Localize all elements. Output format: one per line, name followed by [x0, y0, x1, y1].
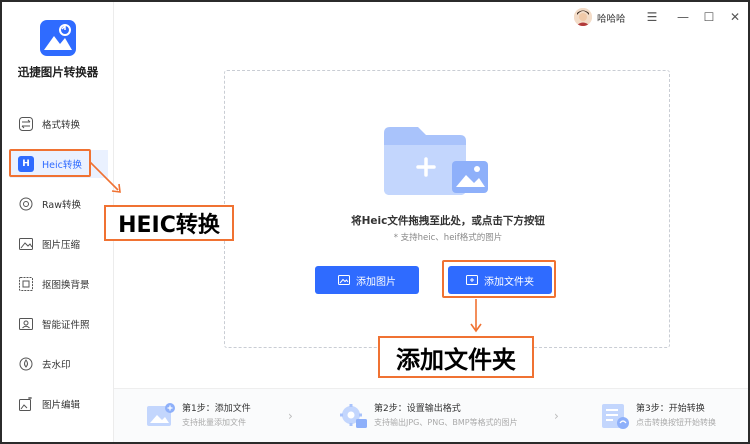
add-file-icon [147, 403, 175, 426]
sidebar-item-label: 去水印 [42, 360, 71, 371]
title-bar: 哈哈哈 ☰ — ☐ ✕ [114, 2, 748, 32]
compress-icon [18, 236, 34, 252]
avatar[interactable] [574, 8, 592, 26]
sidebar-item-label: 图片压缩 [42, 240, 81, 251]
annotation-arrow-icon [470, 299, 482, 333]
step-desc: 支持批量添加文件 [182, 418, 246, 427]
sidebar-item-watermark[interactable]: 去水印 [10, 350, 108, 378]
maximize-icon[interactable]: ☐ [700, 8, 718, 26]
folder-highlight-frame [442, 260, 556, 298]
image-icon [338, 274, 350, 286]
sidebar-item-format-convert[interactable]: 格式转换 [10, 110, 108, 138]
sidebar-item-label: 抠图换背景 [42, 280, 90, 291]
sidebar-item-compress[interactable]: 图片压缩 [10, 230, 108, 258]
step-title: 第1步：添加文件 [182, 404, 251, 414]
chevron-right-icon: › [288, 409, 293, 423]
id-photo-icon [18, 316, 34, 332]
watermark-icon [18, 356, 34, 372]
cutout-icon [18, 276, 34, 292]
sidebar-item-label: Raw转换 [42, 200, 81, 211]
swap-icon [18, 116, 34, 132]
file-drop-zone[interactable]: 将Heic文件拖拽至此处，或点击下方按钮 * 支持heic、heif格式的图片 … [224, 70, 670, 348]
heic-highlight-frame [9, 149, 91, 177]
step-title: 第3步：开始转换 [636, 404, 705, 414]
app-window: 迅捷图片转换器 格式转换 H Heic转换 Raw转换 图片压缩 抠图换背景 智… [0, 0, 750, 444]
close-icon[interactable]: ✕ [726, 8, 744, 26]
chevron-right-icon: › [554, 409, 559, 423]
sidebar-item-edit[interactable]: 图片编辑 [10, 390, 108, 418]
menu-icon[interactable]: ☰ [643, 8, 661, 26]
sidebar-item-label: 格式转换 [42, 120, 81, 131]
settings-gear-icon [340, 404, 367, 428]
annotation-arrow-icon [89, 161, 121, 193]
folder-callout-label: 添加文件夹 [378, 336, 534, 378]
drop-zone-hint: * 支持heic、heif格式的图片 [393, 233, 503, 243]
sidebar-item-cutout[interactable]: 抠图换背景 [10, 270, 108, 298]
add-image-label: 添加图片 [356, 276, 396, 288]
heic-callout-label: HEIC转换 [104, 205, 234, 241]
step-3: 第3步：开始转换 点击转换按钮开始转换 [600, 399, 740, 433]
step-2: 第2步：设置输出格式 支持输出JPG、PNG、BMP等格式的图片 [338, 399, 538, 433]
folder-image-icon [384, 127, 488, 195]
step-desc: 支持输出JPG、PNG、BMP等格式的图片 [374, 418, 518, 427]
minimize-icon[interactable]: — [674, 8, 692, 26]
start-convert-icon [602, 404, 629, 429]
sidebar: 迅捷图片转换器 格式转换 H Heic转换 Raw转换 图片压缩 抠图换背景 智… [2, 2, 114, 442]
raw-icon [18, 196, 34, 212]
app-logo-icon [40, 20, 76, 56]
step-desc: 点击转换按钮开始转换 [636, 418, 716, 427]
app-title: 迅捷图片转换器 [17, 65, 99, 79]
drop-zone-title: 将Heic文件拖拽至此处，或点击下方按钮 [351, 215, 545, 227]
sidebar-item-label: 图片编辑 [42, 400, 81, 411]
username[interactable]: 哈哈哈 [597, 11, 626, 25]
steps-bar: 第1步：添加文件 支持批量添加文件 › 第2步：设置输出格式 支持输出JPG、P… [114, 388, 748, 442]
sidebar-item-id-photo[interactable]: 智能证件照 [10, 310, 108, 338]
step-1: 第1步：添加文件 支持批量添加文件 [146, 399, 296, 433]
sidebar-item-label: 智能证件照 [42, 320, 90, 331]
edit-icon [18, 396, 34, 412]
step-title: 第2步：设置输出格式 [374, 404, 461, 414]
add-image-button[interactable]: 添加图片 [315, 266, 419, 294]
